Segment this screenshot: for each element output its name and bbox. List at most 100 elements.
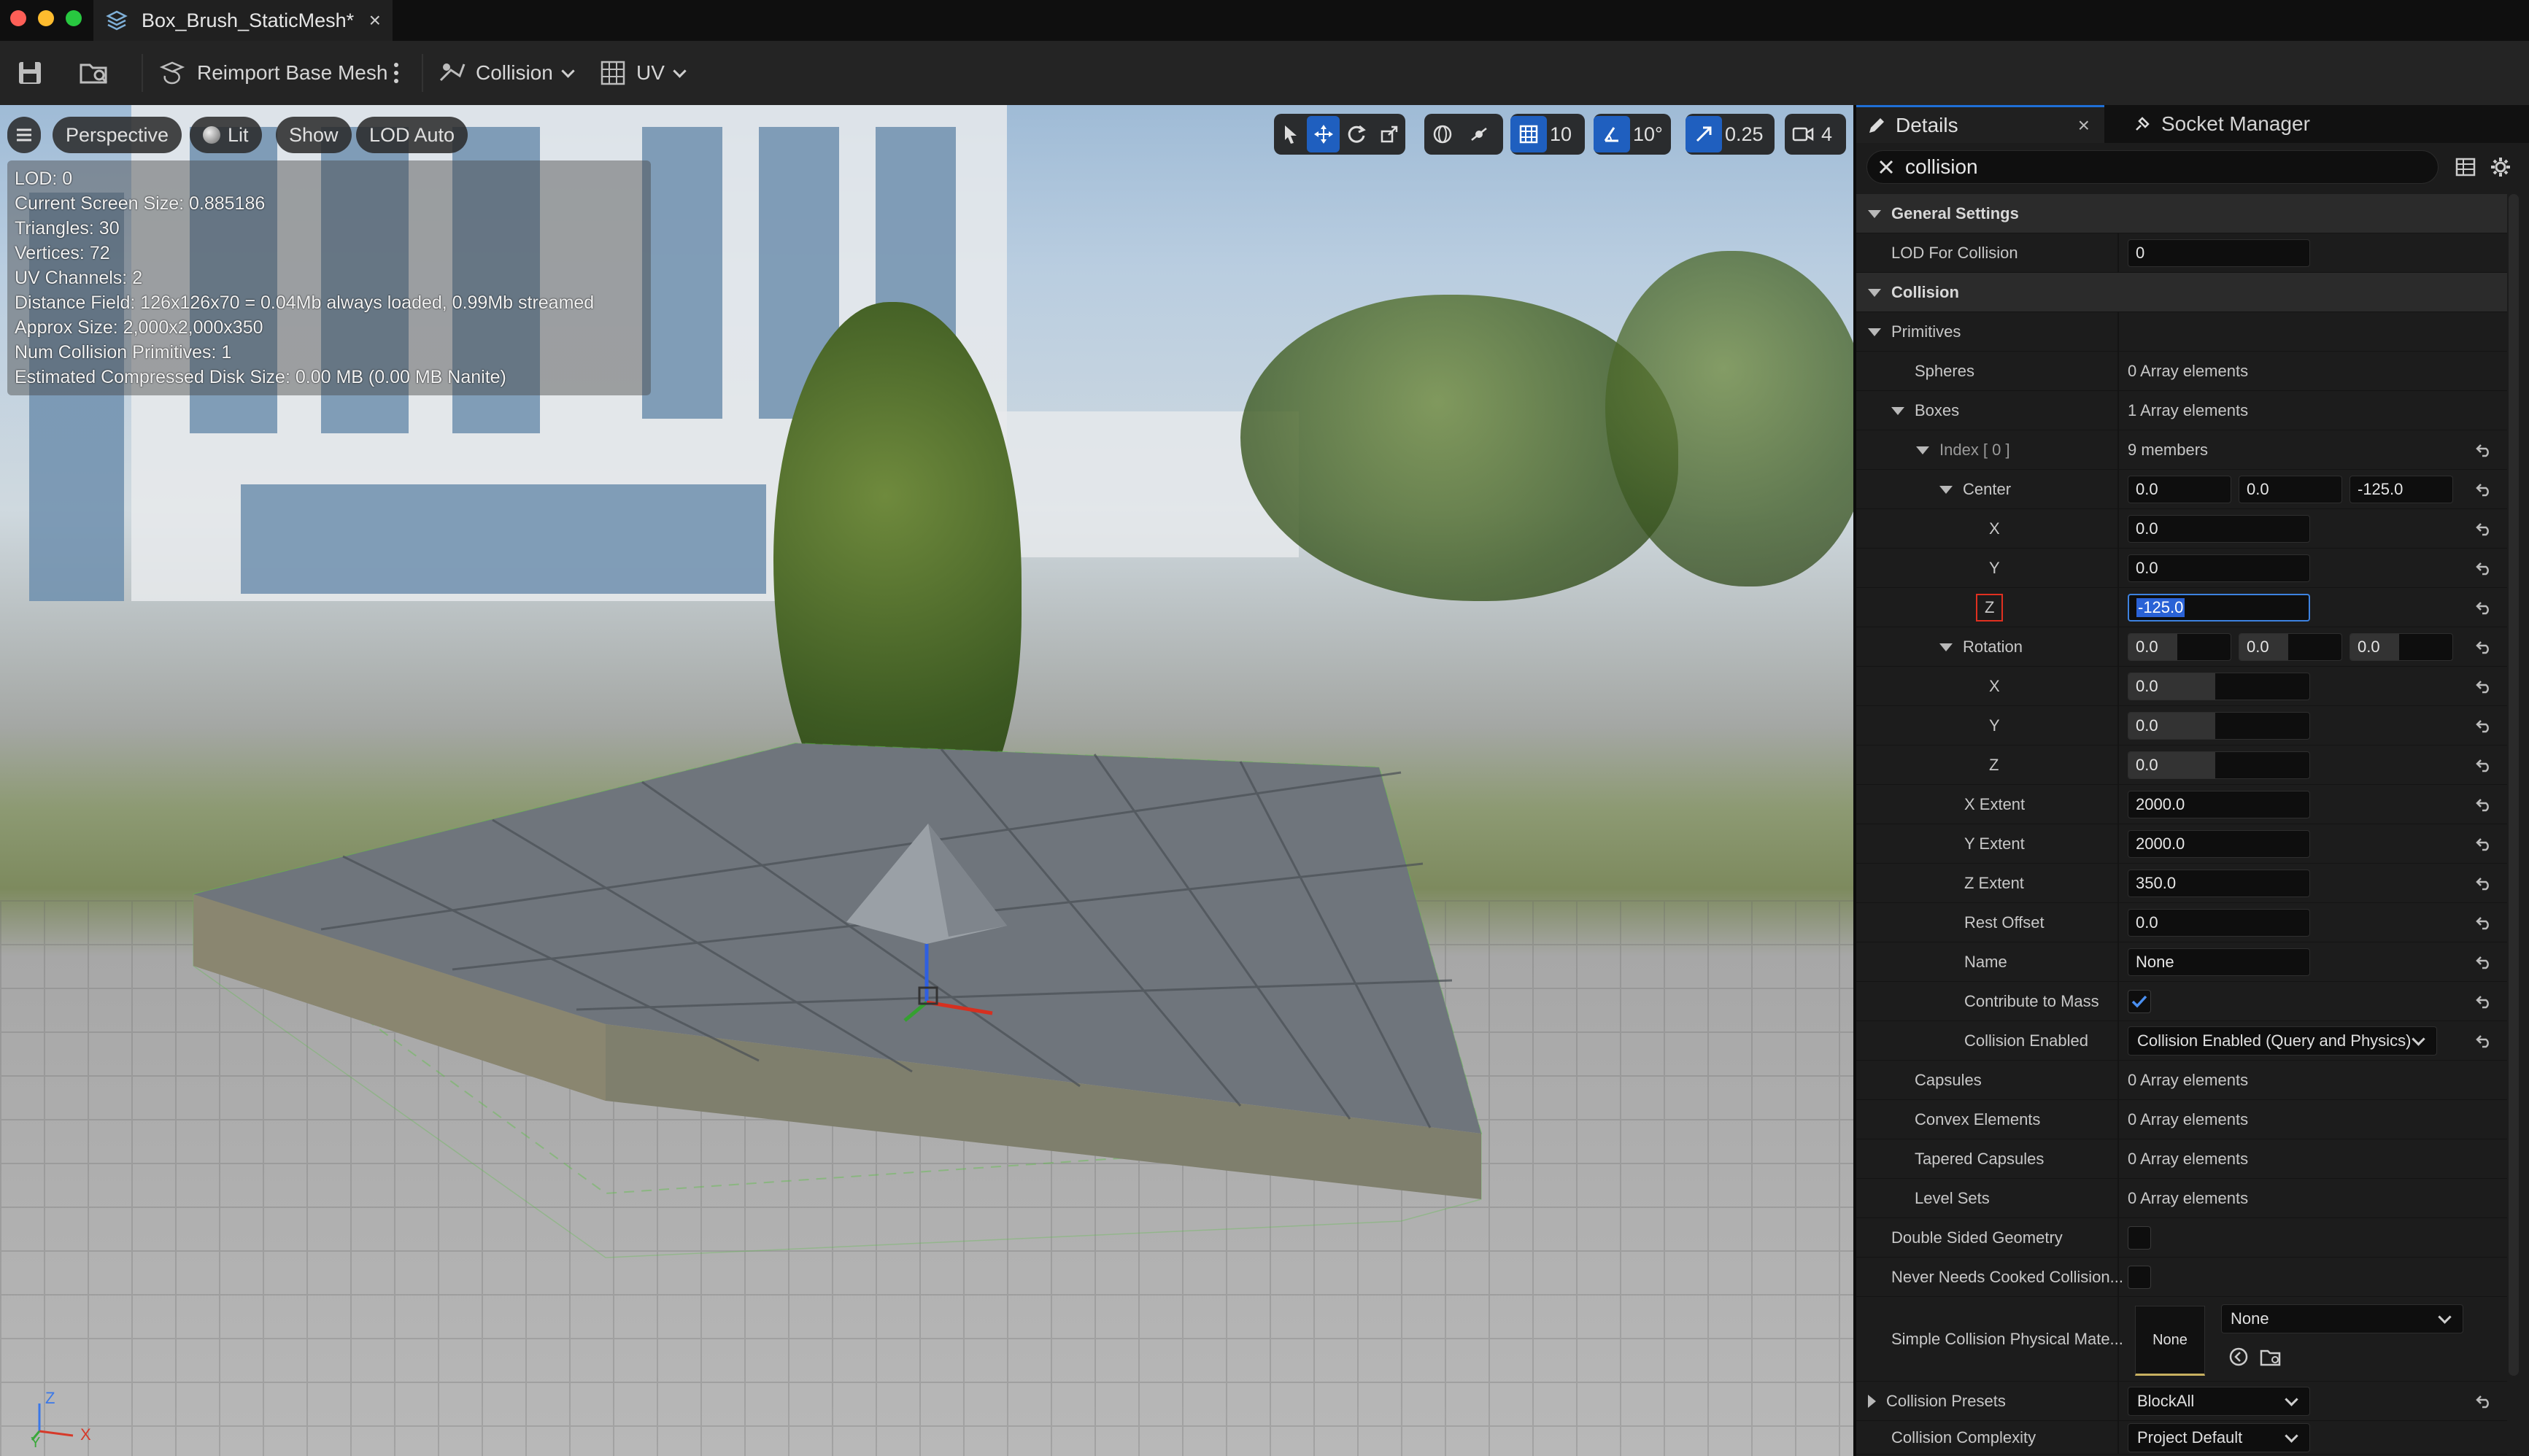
y-extent-input[interactable]: 2000.0 (2128, 830, 2310, 858)
viewport-menu-button[interactable] (7, 117, 41, 153)
rotation-z-field[interactable]: 0.0 (2128, 751, 2310, 779)
expand-arrow-icon[interactable] (1868, 1395, 1876, 1408)
reset-to-default-icon[interactable] (2475, 667, 2493, 706)
rotate-tool-icon[interactable] (1340, 116, 1372, 152)
close-window-button[interactable] (10, 10, 26, 26)
double-sided-checkbox[interactable] (2128, 1226, 2151, 1250)
clear-search-icon[interactable] (1867, 159, 1905, 175)
row-rotation[interactable]: Rotation 0.0 0.0 0.0 (1856, 627, 2507, 667)
collision-enabled-dropdown[interactable]: Collision Enabled (Query and Physics) (2128, 1026, 2437, 1056)
center-y-field[interactable]: 0.0 (2128, 554, 2310, 582)
translate-tool-icon[interactable] (1307, 116, 1340, 152)
reset-to-default-icon[interactable] (2475, 824, 2493, 864)
surface-snap-icon[interactable] (1461, 116, 1497, 152)
rotation-x-input[interactable]: 0.0 (2128, 633, 2231, 661)
camera-icon[interactable] (1785, 116, 1821, 152)
uv-menu-button[interactable]: UV (600, 41, 689, 105)
browse-asset-icon[interactable] (2259, 1345, 2282, 1372)
reset-to-default-icon[interactable] (2475, 706, 2493, 746)
row-center[interactable]: Center 0.0 0.0 -125.0 (1856, 470, 2507, 509)
tab-socket-manager[interactable]: Socket Manager (2110, 105, 2310, 143)
more-options-button[interactable] (393, 41, 400, 105)
row-boxes[interactable]: Boxes 1 Array elements (1856, 391, 2507, 430)
close-tab-icon[interactable]: × (2078, 114, 2090, 137)
rotation-y-field[interactable]: 0.0 (2128, 712, 2310, 740)
grid-snap-icon[interactable] (1510, 116, 1547, 152)
perspective-button[interactable]: Perspective (53, 117, 182, 153)
reset-to-default-icon[interactable] (2475, 430, 2493, 470)
tab-details[interactable]: Details × (1856, 105, 2104, 143)
row-primitives[interactable]: Primitives (1856, 312, 2507, 352)
details-panel: Details × Socket Manager General Setting… (1853, 105, 2529, 1456)
name-input[interactable]: None (2128, 948, 2310, 976)
physical-material-thumbnail[interactable]: None (2135, 1306, 2205, 1376)
reset-to-default-icon[interactable] (2475, 509, 2493, 549)
lod-for-collision-input[interactable]: 0 (2128, 239, 2310, 267)
document-tab[interactable]: Box_Brush_StaticMesh* × (93, 0, 393, 41)
collision-complexity-dropdown[interactable]: Project Default (2128, 1423, 2310, 1452)
z-extent-input[interactable]: 350.0 (2128, 870, 2310, 897)
reset-to-default-icon[interactable] (2475, 746, 2493, 785)
use-selected-asset-icon[interactable] (2227, 1345, 2250, 1372)
stat-screen-size: Current Screen Size: 0.885186 (15, 193, 266, 214)
rotation-z-input[interactable]: 0.0 (2350, 633, 2453, 661)
collision-presets-dropdown[interactable]: BlockAll (2128, 1387, 2310, 1416)
row-double-sided-geometry: Double Sided Geometry (1856, 1218, 2507, 1258)
row-index-0[interactable]: Index [ 0 ] 9 members (1856, 430, 2507, 470)
reset-to-default-icon[interactable] (2475, 1382, 2493, 1421)
reset-to-default-icon[interactable] (2475, 627, 2493, 667)
scale-snap-icon[interactable] (1686, 116, 1722, 152)
lit-mode-button[interactable]: Lit (190, 117, 262, 153)
chevron-down-icon (2438, 1309, 2452, 1324)
never-cooked-checkbox[interactable] (2128, 1266, 2151, 1289)
row-level-sets: Level Sets 0 Array elements (1856, 1179, 2507, 1218)
center-z-field[interactable]: -125.0 (2128, 594, 2310, 621)
reset-to-default-icon[interactable] (2475, 1021, 2493, 1061)
contribute-to-mass-checkbox[interactable] (2128, 990, 2151, 1013)
center-z-input[interactable]: -125.0 (2350, 476, 2453, 503)
scale-snap-control[interactable]: 0.25 (1686, 114, 1775, 155)
rest-offset-input[interactable]: 0.0 (2128, 909, 2310, 937)
viewport[interactable]: Perspective Lit Show LOD Auto 10 10° 0.2… (0, 105, 1853, 1456)
category-collision[interactable]: Collision (1856, 273, 2507, 312)
world-space-icon[interactable] (1424, 116, 1461, 152)
browse-to-asset-button[interactable] (79, 41, 109, 105)
show-button[interactable]: Show (276, 117, 352, 153)
minimize-window-button[interactable] (38, 10, 54, 26)
search-box[interactable] (1866, 150, 2439, 184)
search-input[interactable] (1905, 155, 2401, 179)
reset-to-default-icon[interactable] (2475, 785, 2493, 824)
reimport-base-mesh-button[interactable]: Reimport Base Mesh (158, 41, 387, 105)
reset-to-default-icon[interactable] (2475, 588, 2493, 627)
property-matrix-icon[interactable] (2455, 156, 2476, 182)
center-y-input[interactable]: 0.0 (2239, 476, 2342, 503)
rotation-snap-control[interactable]: 10° (1594, 114, 1671, 155)
save-button[interactable] (16, 41, 44, 105)
panel-scrollbar[interactable] (2509, 194, 2519, 1376)
grid-snap-control[interactable]: 10 (1510, 114, 1585, 155)
rotation-x-field[interactable]: 0.0 (2128, 673, 2310, 700)
reset-to-default-icon[interactable] (2475, 982, 2493, 1021)
camera-speed-control[interactable]: 4 (1785, 114, 1846, 155)
physical-material-dropdown[interactable]: None (2221, 1304, 2463, 1333)
tab-close-icon[interactable]: × (369, 9, 381, 32)
row-convex-elements: Convex Elements 0 Array elements (1856, 1100, 2507, 1139)
collision-menu-button[interactable]: Collision (438, 41, 577, 105)
row-rotation-y: Y 0.0 (1856, 706, 2507, 746)
x-extent-input[interactable]: 2000.0 (2128, 791, 2310, 818)
maximize-window-button[interactable] (66, 10, 82, 26)
rotation-y-input[interactable]: 0.0 (2239, 633, 2342, 661)
reset-to-default-icon[interactable] (2475, 903, 2493, 942)
center-x-input[interactable]: 0.0 (2128, 476, 2231, 503)
center-x-field[interactable]: 0.0 (2128, 515, 2310, 543)
reset-to-default-icon[interactable] (2475, 864, 2493, 903)
scale-tool-icon[interactable] (1372, 116, 1405, 152)
settings-gear-icon[interactable] (2490, 156, 2511, 182)
select-tool-icon[interactable] (1274, 116, 1307, 152)
reset-to-default-icon[interactable] (2475, 942, 2493, 982)
angle-snap-icon[interactable] (1594, 116, 1630, 152)
reset-to-default-icon[interactable] (2475, 470, 2493, 509)
reset-to-default-icon[interactable] (2475, 549, 2493, 588)
lod-button[interactable]: LOD Auto (356, 117, 468, 153)
category-general-settings[interactable]: General Settings (1856, 194, 2507, 233)
